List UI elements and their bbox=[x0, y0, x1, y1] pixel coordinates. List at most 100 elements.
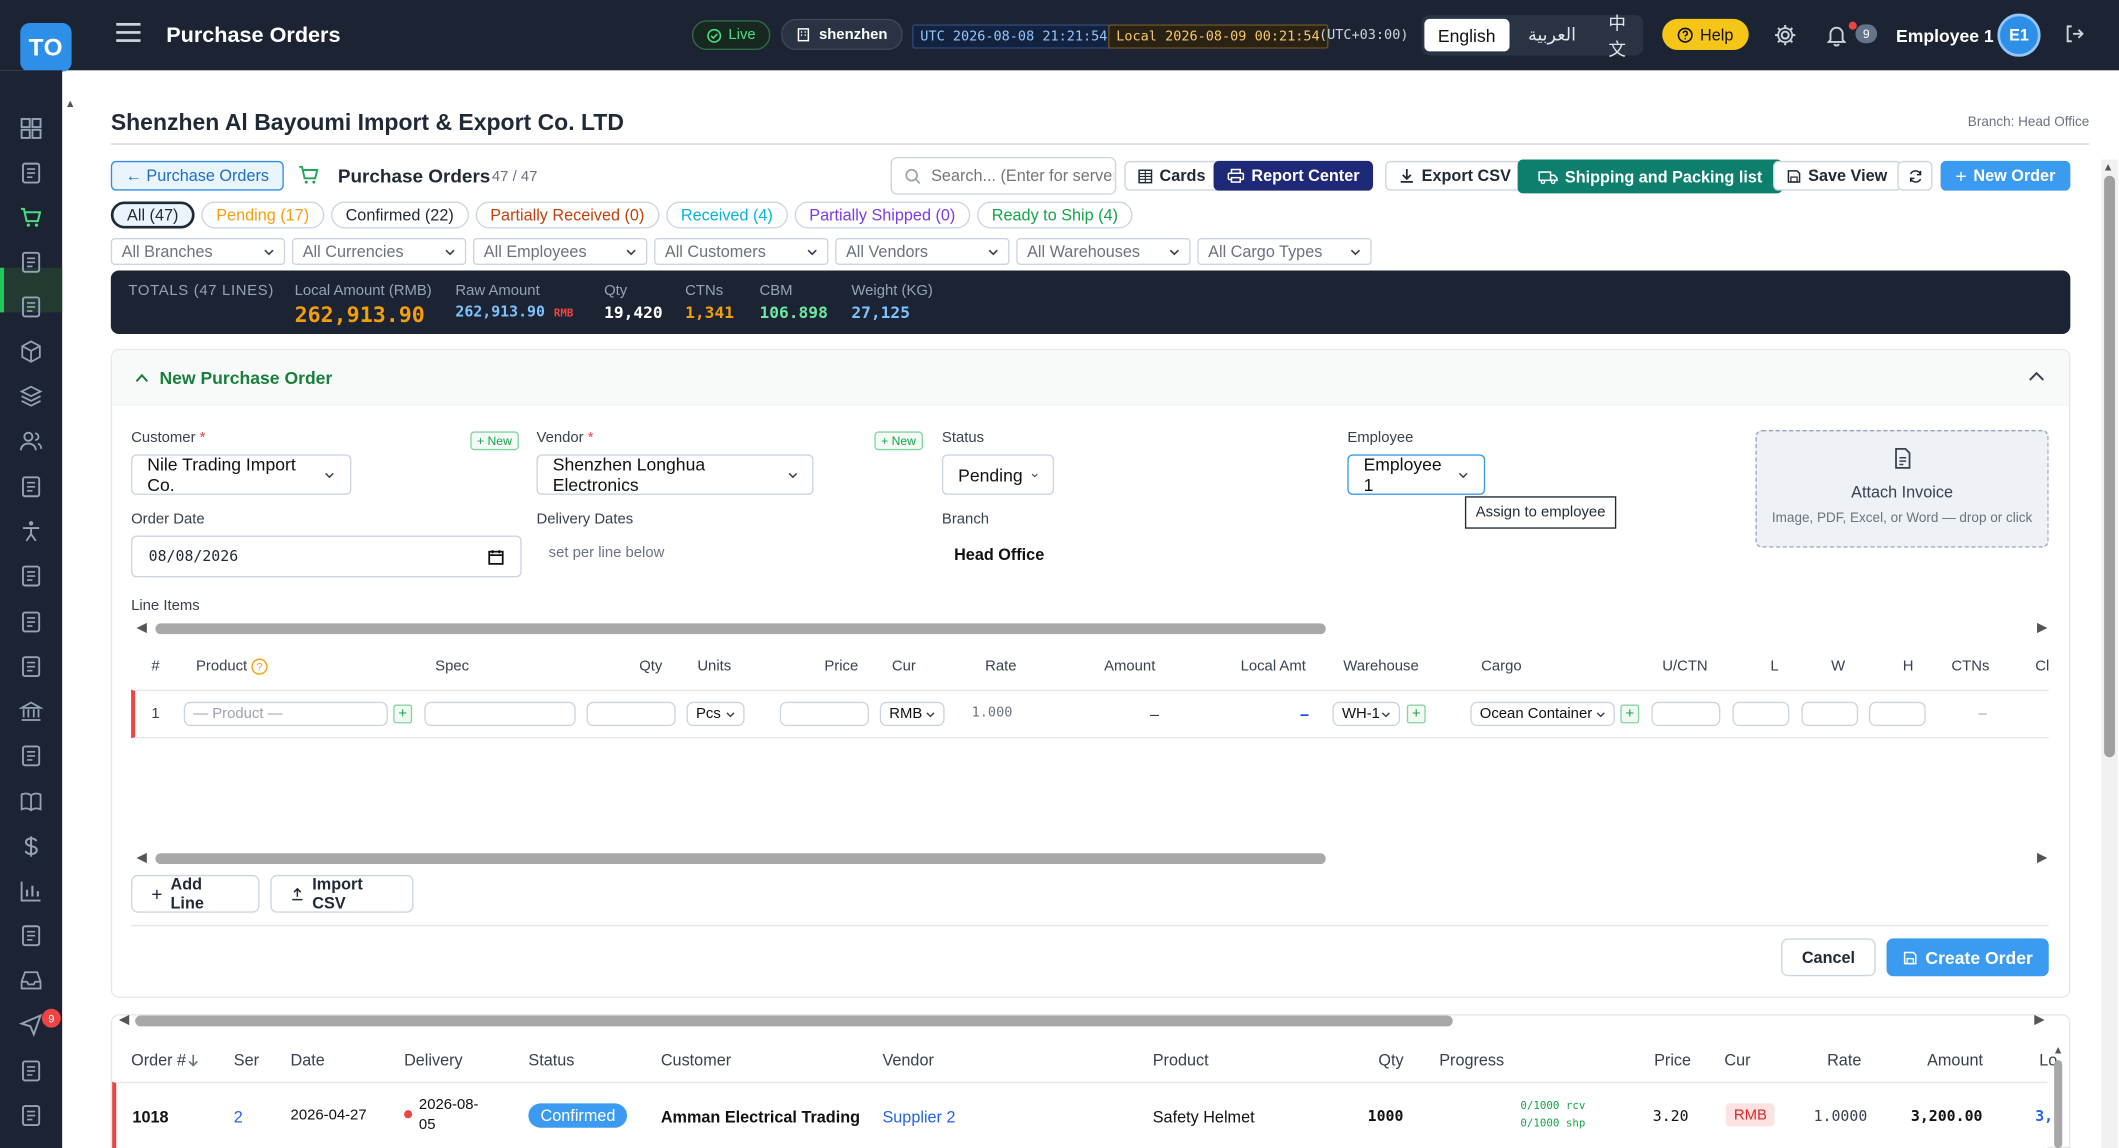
orders-column-header[interactable]: Order # bbox=[131, 1051, 186, 1070]
sidebar-bar-chart-icon[interactable] bbox=[19, 879, 43, 903]
import-csv-button[interactable]: Import CSV bbox=[270, 874, 414, 913]
orders-column-header[interactable]: Status bbox=[528, 1051, 574, 1070]
page-scroll-thumb[interactable] bbox=[2104, 175, 2115, 758]
sidebar-invoice-icon[interactable] bbox=[19, 610, 43, 634]
scroll-left-arrow-icon[interactable]: ◀ bbox=[136, 621, 146, 636]
help-circle-icon[interactable]: ? bbox=[251, 658, 268, 675]
scroll-thumb[interactable] bbox=[155, 853, 1326, 865]
height-input[interactable] bbox=[1868, 701, 1926, 727]
sidebar-dollar-icon[interactable] bbox=[19, 834, 43, 858]
lang-arabic[interactable]: العربية bbox=[1514, 19, 1589, 51]
attach-invoice-dropzone[interactable]: Attach Invoice Image, PDF, Excel, or Wor… bbox=[1755, 429, 2049, 548]
sidebar-team-icon[interactable] bbox=[19, 1059, 43, 1083]
product-select[interactable]: — Product — bbox=[183, 701, 388, 727]
filter-select[interactable]: All Currencies bbox=[291, 237, 467, 266]
sidebar-calendar-settings-icon[interactable] bbox=[19, 1103, 43, 1127]
sidebar-document-icon[interactable] bbox=[19, 744, 43, 768]
report-center-button[interactable]: Report Center bbox=[1213, 160, 1374, 191]
refresh-button[interactable] bbox=[1897, 160, 1933, 191]
orders-column-header[interactable]: Qty bbox=[1378, 1051, 1403, 1070]
status-chip[interactable]: Received (4) bbox=[665, 201, 788, 229]
orders-column-header[interactable]: Delivery bbox=[404, 1051, 463, 1070]
price-input[interactable] bbox=[779, 701, 869, 727]
orders-column-header[interactable]: Price bbox=[1654, 1051, 1691, 1070]
sidebar-package-icon[interactable] bbox=[19, 339, 43, 363]
scroll-thumb[interactable] bbox=[155, 623, 1326, 635]
filter-select[interactable]: All Branches bbox=[110, 237, 286, 266]
order-number[interactable]: 1018 bbox=[132, 1107, 168, 1126]
add-cargo-button[interactable]: + bbox=[1620, 704, 1640, 724]
employee-select[interactable]: Employee 1 bbox=[1347, 454, 1486, 495]
add-warehouse-button[interactable]: + bbox=[1406, 704, 1426, 724]
calendar-icon[interactable] bbox=[488, 548, 504, 565]
orders-column-header[interactable]: Product bbox=[1153, 1051, 1209, 1070]
sort-down-icon[interactable] bbox=[188, 1053, 199, 1067]
sidebar-bank-icon[interactable] bbox=[18, 699, 44, 723]
scroll-up-arrow-icon[interactable]: ▲ bbox=[65, 97, 76, 109]
bell-icon[interactable] bbox=[1824, 23, 1848, 47]
sidebar-clipboard-icon[interactable] bbox=[19, 161, 43, 185]
filter-select[interactable]: All Customers bbox=[654, 237, 829, 266]
shipping-packing-list-button[interactable]: Shipping and Packing list bbox=[1517, 159, 1783, 194]
sidebar-cart-icon[interactable] bbox=[19, 206, 43, 230]
avatar[interactable]: E1 bbox=[1997, 13, 2041, 57]
new-vendor-button[interactable]: + New bbox=[874, 431, 923, 451]
filter-select[interactable]: All Employees bbox=[472, 237, 648, 266]
orders-column-header[interactable]: Rate bbox=[1827, 1051, 1861, 1070]
sidebar-clipboard-check-icon[interactable] bbox=[19, 250, 43, 274]
create-order-button[interactable]: Create Order bbox=[1886, 938, 2049, 977]
sidebar-accessibility-icon[interactable] bbox=[19, 519, 43, 543]
sidebar-inbox-icon[interactable] bbox=[19, 968, 43, 992]
site-selector[interactable]: shenzhen bbox=[781, 18, 903, 51]
status-chip[interactable]: Confirmed (22) bbox=[330, 201, 469, 229]
warehouse-select[interactable]: WH-1 bbox=[1332, 701, 1401, 727]
orders-column-header[interactable]: Customer bbox=[661, 1051, 731, 1070]
scroll-thumb[interactable] bbox=[135, 1015, 1453, 1027]
scroll-right-arrow-icon[interactable]: ▶ bbox=[2037, 851, 2047, 866]
orders-column-header[interactable]: Date bbox=[291, 1051, 325, 1070]
app-logo[interactable]: TO bbox=[20, 22, 72, 72]
status-chip[interactable]: Partially Received (0) bbox=[475, 201, 660, 229]
orders-column-header[interactable]: Cur bbox=[1724, 1051, 1750, 1070]
orders-table-scrollbar[interactable]: ◀ ▶ bbox=[116, 1013, 2049, 1028]
scroll-up-arrow-icon[interactable]: ▲ bbox=[2053, 1044, 2064, 1056]
status-select[interactable]: Pending bbox=[941, 454, 1055, 495]
orders-column-header[interactable]: Vendor bbox=[882, 1051, 933, 1070]
filter-select[interactable]: All Warehouses bbox=[1016, 237, 1191, 266]
cards-view-button[interactable]: Cards bbox=[1124, 160, 1219, 191]
lang-chinese[interactable]: 中文 bbox=[1595, 14, 1641, 60]
currency-select[interactable]: RMB bbox=[879, 701, 945, 727]
new-order-button[interactable]: + New Order bbox=[1940, 160, 2071, 191]
filter-select[interactable]: All Cargo Types bbox=[1197, 237, 1372, 266]
sidebar-wallet-icon[interactable] bbox=[19, 654, 43, 678]
user-name[interactable]: Employee 1 bbox=[1896, 26, 1994, 46]
width-input[interactable] bbox=[1801, 701, 1859, 727]
sidebar-users-icon[interactable] bbox=[19, 429, 43, 453]
sidebar-dashboard-icon[interactable] bbox=[19, 116, 43, 140]
spec-input[interactable] bbox=[424, 701, 576, 727]
sidebar-ship-icon[interactable] bbox=[19, 564, 43, 588]
sidebar-book-icon[interactable] bbox=[19, 790, 43, 814]
sidebar-archive-icon[interactable] bbox=[19, 295, 43, 319]
cargo-select[interactable]: Ocean Container bbox=[1470, 701, 1615, 727]
order-date-input[interactable]: 08/08/2026 bbox=[131, 535, 522, 578]
sidebar-layers-icon[interactable] bbox=[19, 384, 43, 408]
add-product-button[interactable]: + bbox=[393, 704, 413, 724]
units-per-ctn-input[interactable] bbox=[1651, 701, 1721, 727]
qty-input[interactable] bbox=[586, 701, 676, 727]
lang-english[interactable]: English bbox=[1424, 18, 1510, 52]
scroll-right-arrow-icon[interactable]: ▶ bbox=[2034, 1013, 2044, 1028]
length-input[interactable] bbox=[1732, 701, 1790, 727]
back-to-purchase-orders-button[interactable]: ← Purchase Orders bbox=[110, 160, 284, 191]
sidebar-coins-icon[interactable] bbox=[19, 924, 43, 948]
order-vendor-link[interactable]: Supplier 2 bbox=[882, 1107, 955, 1126]
line-items-scrollbar-bottom[interactable]: ◀ ▶ bbox=[134, 851, 2052, 866]
logout-icon[interactable] bbox=[2064, 23, 2086, 45]
scroll-left-arrow-icon[interactable]: ◀ bbox=[119, 1013, 129, 1028]
status-chip[interactable]: Pending (17) bbox=[201, 201, 324, 229]
save-view-button[interactable]: Save View bbox=[1773, 160, 1901, 191]
line-items-scrollbar-top[interactable]: ◀ ▶ bbox=[134, 621, 2052, 636]
collapse-chevron-icon[interactable] bbox=[2027, 366, 2046, 385]
export-csv-button[interactable]: Export CSV bbox=[1385, 160, 1525, 191]
status-chip[interactable]: Partially Shipped (0) bbox=[794, 201, 971, 229]
